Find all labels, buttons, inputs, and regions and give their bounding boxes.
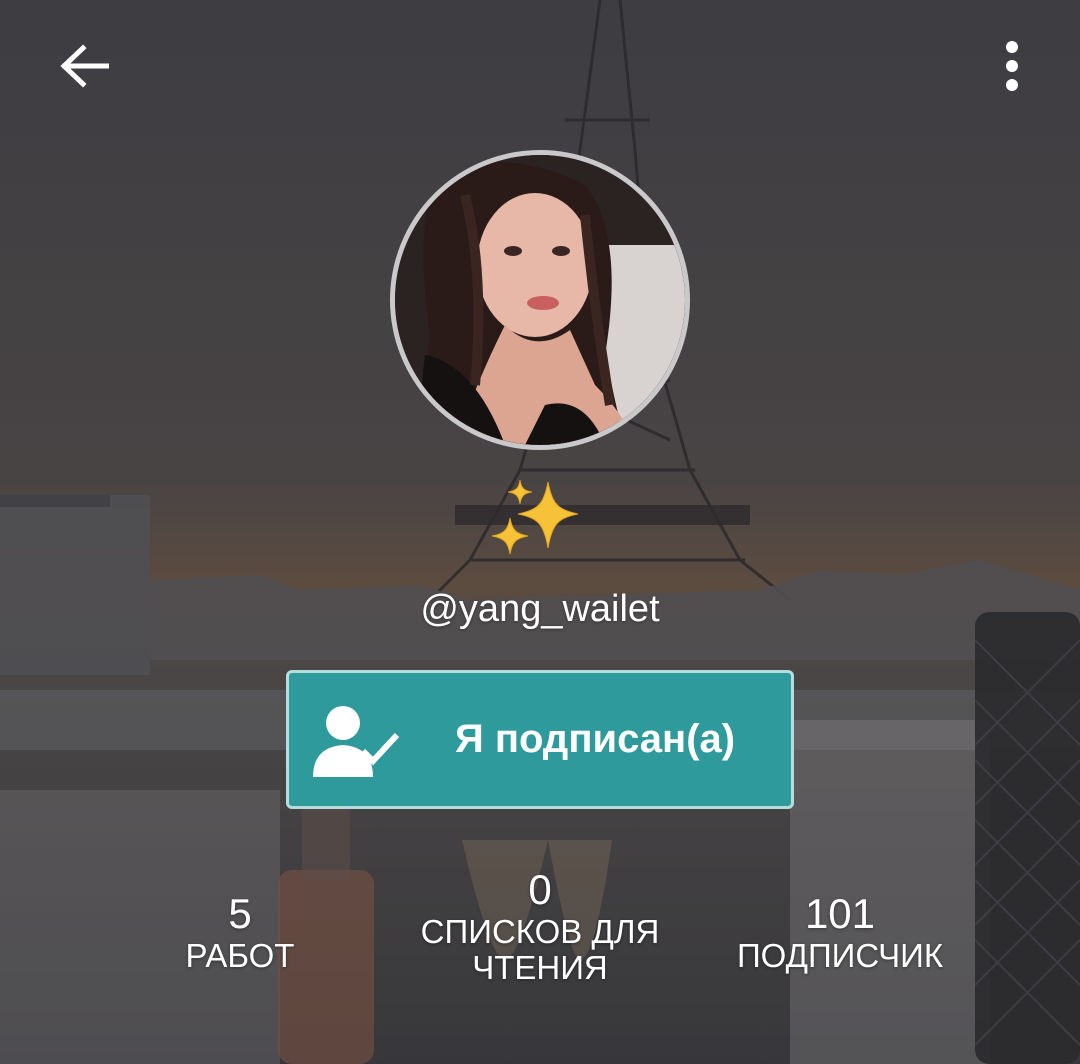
- following-button-label: Я подписан(а): [455, 717, 736, 761]
- top-bar: [0, 0, 1080, 130]
- reading-lists-label: СПИСКОВ ДЛЯ ЧТЕНИЯ: [420, 913, 660, 986]
- arrow-left-icon: [60, 44, 109, 88]
- followers-count: 101: [804, 890, 876, 937]
- stat-reading-lists[interactable]: 0 СПИСКОВ ДЛЯ ЧТЕНИЯ: [390, 866, 690, 986]
- works-count: 5: [228, 890, 252, 937]
- works-label: РАБОТ: [185, 937, 295, 974]
- sparkles-icon: [491, 479, 579, 555]
- following-button[interactable]: Я подписан(а): [286, 670, 794, 809]
- reading-lists-count: 0: [528, 866, 552, 913]
- followers-label: ПОДПИСЧИК: [736, 937, 944, 974]
- stat-followers[interactable]: 101 ПОДПИСЧИК: [700, 890, 980, 974]
- avatar-photo: [395, 155, 685, 445]
- profile-screen: @yang_wailet Я подписан(а) 5 РАБОТ 0 СПИ…: [0, 0, 1080, 1064]
- username: @yang_wailet: [420, 588, 660, 630]
- user-check-icon: [313, 706, 400, 777]
- more-options-button[interactable]: [984, 26, 1040, 106]
- bio-text: [0, 478, 1080, 558]
- stat-works[interactable]: 5 РАБОТ: [140, 890, 340, 974]
- profile-avatar[interactable]: [390, 150, 690, 450]
- more-vertical-icon: [1006, 41, 1018, 91]
- back-button[interactable]: [44, 26, 124, 106]
